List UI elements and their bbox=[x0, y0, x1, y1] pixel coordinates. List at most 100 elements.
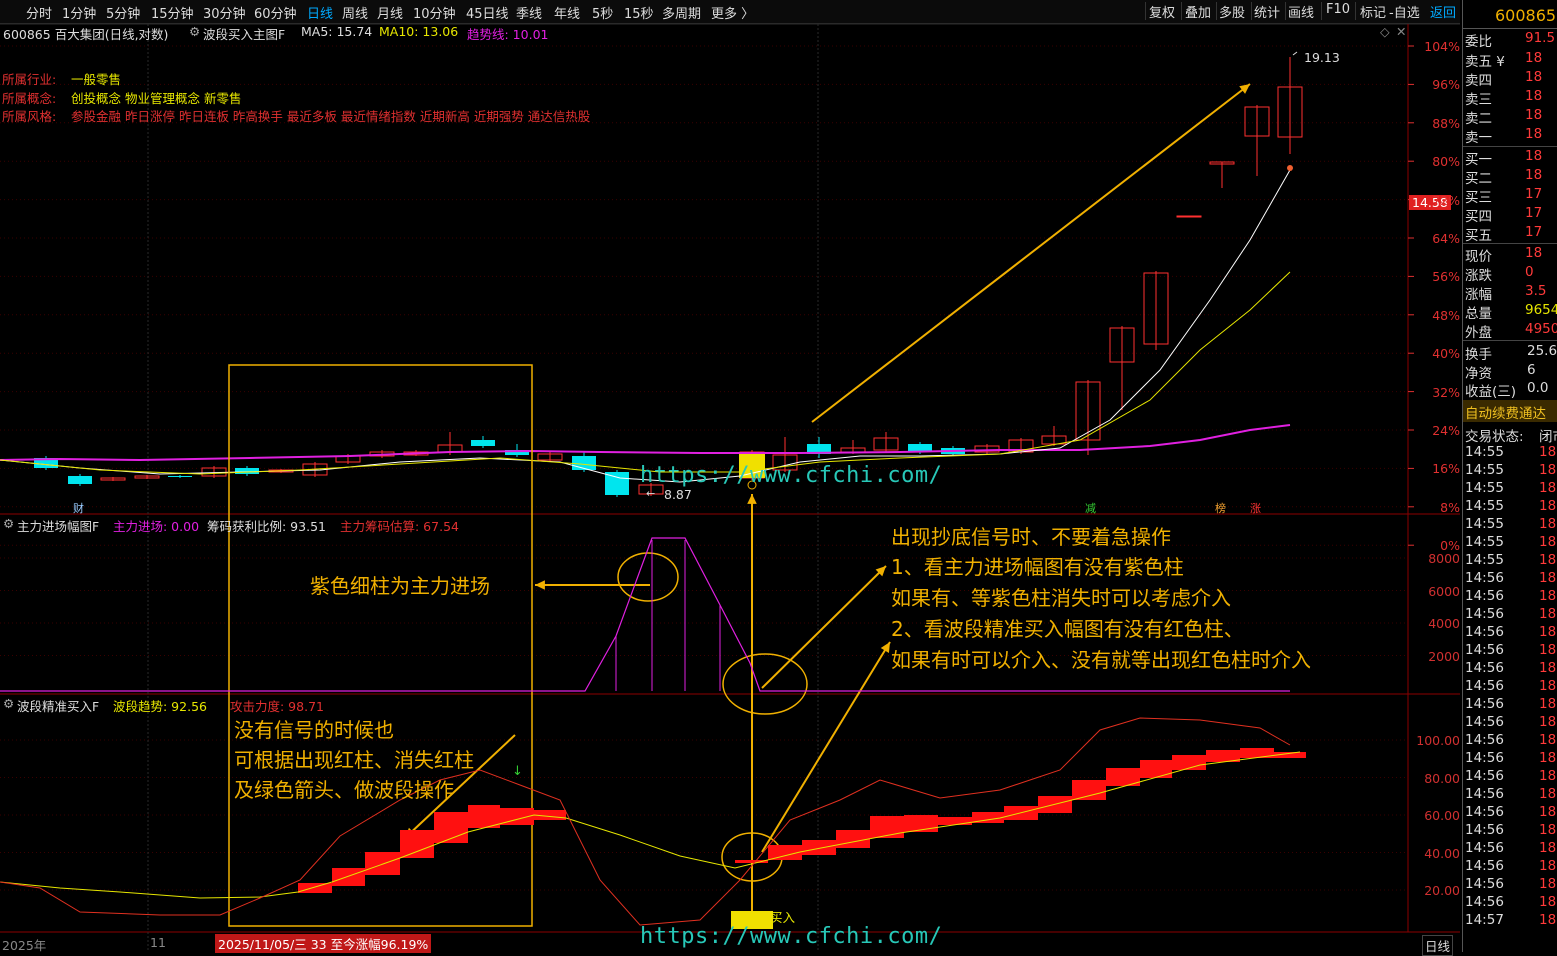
quote-row-value: 9654 bbox=[1525, 302, 1557, 318]
quote-row: 买一 18 bbox=[1465, 148, 1557, 168]
buy-red-bar bbox=[332, 868, 365, 886]
buy-red-bar bbox=[400, 830, 434, 858]
side-stock-code[interactable]: 600865 bbox=[1495, 6, 1556, 25]
quote-row-label: 涨跌 bbox=[1465, 268, 1492, 284]
tick-price: 18. bbox=[1539, 696, 1557, 712]
panel2-main-entry: 主力进场: 0.00 bbox=[113, 519, 200, 534]
quote-row-value: 18 bbox=[1525, 148, 1543, 164]
stock-header: 600865 百大集团(日线,对数) bbox=[3, 27, 169, 42]
quote-row: 卖四 18 bbox=[1465, 69, 1557, 89]
tick-price: 18. bbox=[1539, 480, 1557, 496]
quote-row: 涨幅 3.5 bbox=[1465, 283, 1557, 303]
quote-row-value: 18 bbox=[1525, 50, 1543, 66]
buy-red-bar bbox=[938, 817, 972, 825]
main-axis-tick: 32% bbox=[1432, 384, 1460, 400]
quote-row-label: 买五 bbox=[1465, 228, 1492, 244]
quote-row: 卖五 ¥ 18 bbox=[1465, 50, 1557, 70]
tick-time: 14:55 bbox=[1465, 462, 1504, 478]
quote-row-value: 18 bbox=[1525, 69, 1543, 85]
trend-arrow bbox=[811, 83, 1251, 423]
panel3-attack: 攻击力度: 98.71 bbox=[230, 699, 324, 714]
tick-row: 14:55 18. bbox=[1465, 480, 1557, 496]
auto-renew-text[interactable]: 自动续费通达 bbox=[1465, 402, 1546, 422]
tick-row: 14:56 18. bbox=[1465, 714, 1557, 730]
quote-row-label: 净资 bbox=[1465, 366, 1492, 382]
buy-red-bar bbox=[802, 840, 836, 855]
sell-green-arrow: ↓ bbox=[512, 764, 523, 779]
annotation-line-1: 出现抄底信号时、不要着急操作 bbox=[891, 525, 1171, 549]
panel3-title[interactable]: 波段精准买入F bbox=[17, 696, 99, 715]
tick-row: 14:56 18. bbox=[1465, 624, 1557, 640]
quote-row-label: 现价 bbox=[1465, 249, 1492, 265]
tick-price: 18. bbox=[1539, 516, 1557, 532]
quote-row-value: 17 bbox=[1525, 186, 1543, 202]
annotation-purple-bar: 紫色细柱为主力进场 bbox=[310, 574, 490, 598]
tick-time: 14:55 bbox=[1465, 498, 1504, 514]
main-indicator-name[interactable]: 波段买入主图F bbox=[203, 24, 285, 43]
tick-price: 18. bbox=[1539, 840, 1557, 856]
tick-row: 14:56 18. bbox=[1465, 768, 1557, 784]
tick-row: 14:56 18. bbox=[1465, 876, 1557, 892]
expand-icon[interactable]: ◇ bbox=[1380, 24, 1390, 39]
panel3-axis-tick: 60.00 bbox=[1424, 808, 1460, 823]
tick-row: 14:57 18. bbox=[1465, 912, 1557, 928]
quote-row-label: 买二 bbox=[1465, 171, 1492, 187]
tick-row: 14:56 18. bbox=[1465, 696, 1557, 712]
quote-row-label: 涨幅 bbox=[1465, 287, 1492, 303]
tick-row: 14:56 18. bbox=[1465, 894, 1557, 910]
tick-price: 18. bbox=[1539, 822, 1557, 838]
candle-body bbox=[1176, 215, 1202, 218]
tick-row: 14:56 18. bbox=[1465, 822, 1557, 838]
style-label: 所属风格: bbox=[2, 109, 57, 124]
quote-row-value: 91.5 bbox=[1525, 30, 1556, 46]
style-value: 参股金融 昨日涨停 昨日连板 昨高换手 最近多板 最近情绪指数 近期新高 近期强… bbox=[71, 109, 591, 124]
main-axis-tick: 56% bbox=[1432, 269, 1460, 285]
candle-body bbox=[471, 440, 495, 446]
list-mark: 榜 bbox=[1215, 502, 1226, 515]
indicator-settings-icon[interactable]: ⚙ bbox=[189, 24, 200, 39]
tick-price: 18. bbox=[1539, 714, 1557, 730]
candle-body bbox=[235, 468, 259, 474]
quote-row: 买四 17 bbox=[1465, 205, 1557, 225]
quote-row: 外盘 4950 bbox=[1465, 321, 1557, 341]
quote-row-label: 卖五 ¥ bbox=[1465, 54, 1505, 70]
tick-row: 14:55 18. bbox=[1465, 498, 1557, 514]
trend-value: 趋势线: 10.01 bbox=[467, 27, 549, 42]
quote-row-label: 卖二 bbox=[1465, 111, 1492, 127]
quote-row-label: 卖一 bbox=[1465, 130, 1492, 146]
ma5-line bbox=[0, 169, 1291, 483]
tick-price: 18. bbox=[1539, 768, 1557, 784]
main-axis-tick: 80% bbox=[1432, 154, 1460, 170]
panel3-axis-tick: 20.00 bbox=[1424, 883, 1460, 898]
tick-price: 18. bbox=[1539, 462, 1557, 478]
quote-row-value: 18 bbox=[1525, 88, 1543, 104]
daily-period-button[interactable]: 日线 bbox=[1422, 935, 1454, 956]
close-panel-icon[interactable]: ✕ bbox=[1396, 24, 1406, 39]
quote-row: 买三 17 bbox=[1465, 186, 1557, 206]
auto-renew-banner[interactable]: 自动续费通达 bbox=[1463, 400, 1557, 422]
quote-row-label: 卖三 bbox=[1465, 92, 1492, 108]
quote-row-value: 17 bbox=[1525, 224, 1543, 240]
quote-row-value: 18 bbox=[1525, 245, 1543, 261]
tick-price: 18. bbox=[1539, 588, 1557, 604]
annotation-line-5: 如果有时可以介入、没有就等出现红色柱时介入 bbox=[891, 648, 1311, 672]
candle-body bbox=[68, 476, 92, 484]
panel3-axis-tick: 100.00 bbox=[1416, 733, 1460, 748]
buy-red-bar bbox=[1072, 780, 1106, 800]
buy-arrow-up-head bbox=[747, 494, 757, 504]
quote-row-value: 25.6 bbox=[1527, 343, 1557, 359]
panel3-axis-tick: 40.00 bbox=[1424, 845, 1460, 861]
quote-row: 买五 17 bbox=[1465, 224, 1557, 244]
tick-time: 14:55 bbox=[1465, 534, 1504, 550]
quote-row-value: 17 bbox=[1525, 205, 1543, 221]
tick-time: 14:56 bbox=[1465, 876, 1504, 892]
quote-row-value: 18 bbox=[1525, 107, 1543, 123]
concept-value: 创投概念 物业管理概念 新零售 bbox=[71, 91, 242, 106]
quote-row: 总量 9654 bbox=[1465, 302, 1557, 322]
tick-row: 14:55 18. bbox=[1465, 534, 1557, 550]
panel2-settings-icon[interactable]: ⚙ bbox=[3, 516, 14, 531]
high-price-pointer bbox=[1292, 51, 1298, 56]
panel2-title[interactable]: 主力进场幅图F bbox=[17, 516, 99, 535]
low-price-pointer: ← bbox=[646, 487, 655, 500]
panel3-settings-icon[interactable]: ⚙ bbox=[3, 696, 14, 711]
